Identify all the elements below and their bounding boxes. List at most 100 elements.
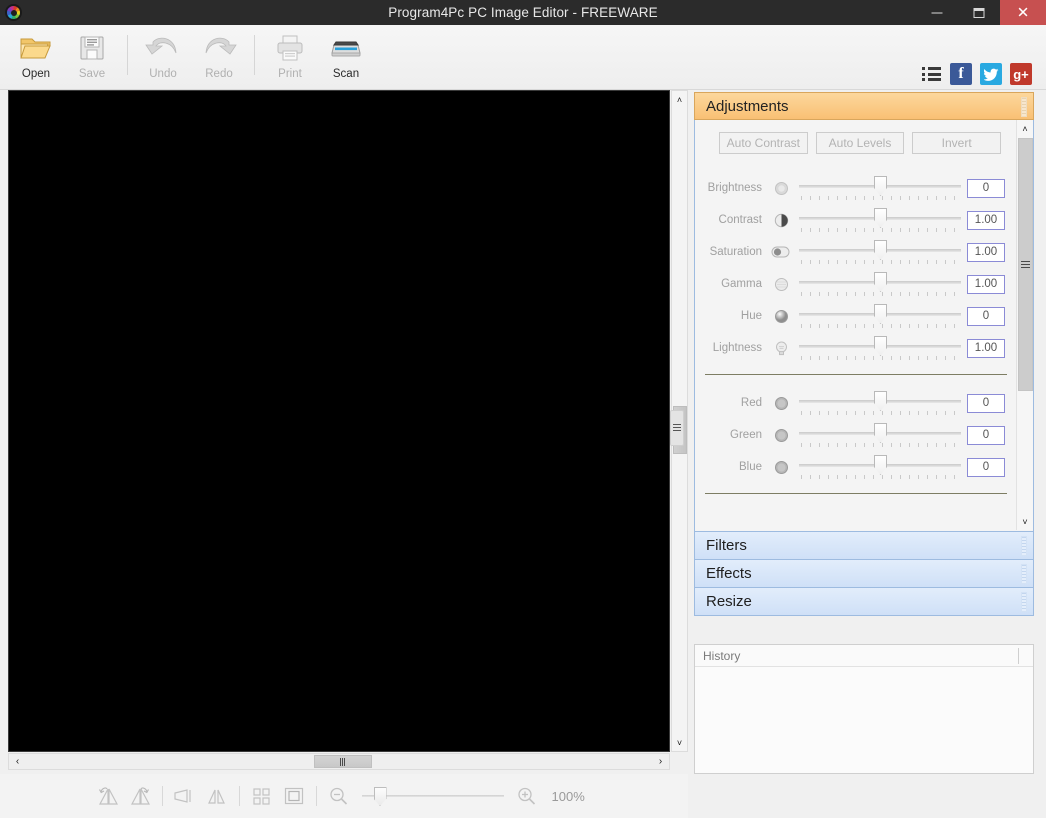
fit-to-screen-icon[interactable] <box>281 783 307 809</box>
flip-vertical-icon[interactable] <box>204 783 230 809</box>
red-channel-icon <box>771 393 791 413</box>
hue-sphere-icon <box>771 306 791 326</box>
rotate-right-icon[interactable] <box>127 783 153 809</box>
folder-open-icon <box>19 30 53 66</box>
minimize-icon <box>931 12 943 13</box>
menu-list-icon[interactable] <box>922 67 942 81</box>
tile-grid-icon[interactable] <box>249 783 275 809</box>
effects-panel-title: Effects <box>706 565 752 582</box>
adjustments-panel-header[interactable]: Adjustments <box>694 92 1034 120</box>
twitter-icon[interactable] <box>980 63 1002 85</box>
panel-grip-icon <box>1021 97 1027 117</box>
adjustments-content: Auto Contrast Auto Levels Invert Brightn… <box>695 120 1017 531</box>
bottom-separator <box>161 786 163 806</box>
filters-panel-title: Filters <box>706 537 747 554</box>
lightbulb-icon <box>771 338 791 358</box>
history-list[interactable] <box>695 667 1033 773</box>
red-slider-thumb[interactable] <box>874 391 887 411</box>
lightness-slider-track[interactable] <box>799 334 961 362</box>
blue-slider-track[interactable] <box>799 453 961 481</box>
hue-slider-thumb[interactable] <box>874 304 887 324</box>
canvas-horizontal-scrollbar[interactable]: ‹ › <box>8 753 670 770</box>
scroll-left-icon[interactable]: ‹ <box>9 754 26 769</box>
save-button[interactable]: Save <box>64 25 120 87</box>
invert-button[interactable]: Invert <box>912 132 1002 154</box>
resize-panel-header[interactable]: Resize <box>694 587 1034 616</box>
close-icon: ✕ <box>1016 4 1030 21</box>
facebook-icon[interactable]: f <box>950 63 972 85</box>
brightness-value[interactable]: 0 <box>967 178 1005 198</box>
brightness-slider-track[interactable] <box>799 174 961 202</box>
undo-button[interactable]: Undo <box>135 25 191 87</box>
scroll-up-icon[interactable]: ˄ <box>672 91 687 108</box>
panel-grip-icon <box>1021 592 1027 612</box>
history-panel-header: History <box>695 645 1033 667</box>
adjustments-divider <box>705 374 1007 375</box>
lightness-slider-row: Lightness 1.00 <box>695 332 1017 364</box>
toolbar-right-icons: f g+ <box>922 63 1032 85</box>
zoom-in-icon[interactable] <box>514 783 540 809</box>
effects-panel-header[interactable]: Effects <box>694 559 1034 588</box>
adjustments-scroll-up-icon[interactable]: ˄ <box>1017 120 1033 137</box>
scroll-grip-icon <box>340 757 346 766</box>
blue-value[interactable]: 0 <box>967 457 1005 477</box>
scroll-right-icon[interactable]: › <box>652 754 669 769</box>
auto-levels-button[interactable]: Auto Levels <box>815 132 905 154</box>
red-value[interactable]: 0 <box>967 393 1005 413</box>
image-canvas[interactable] <box>8 90 670 752</box>
maximize-button[interactable] <box>958 0 1000 25</box>
scan-label: Scan <box>332 68 360 80</box>
brightness-slider-row: Brightness 0 <box>695 172 1017 204</box>
google-plus-icon[interactable]: g+ <box>1010 63 1032 85</box>
gamma-slider-track[interactable] <box>799 270 961 298</box>
open-label: Open <box>21 68 51 80</box>
print-button[interactable]: Print <box>262 25 318 87</box>
green-value[interactable]: 0 <box>967 425 1005 445</box>
open-button[interactable]: Open <box>8 25 64 87</box>
filters-panel-header[interactable]: Filters <box>694 531 1034 560</box>
brightness-label: Brightness <box>707 182 762 194</box>
contrast-slider-thumb[interactable] <box>874 208 887 228</box>
gamma-value[interactable]: 1.00 <box>967 274 1005 294</box>
green-channel-icon <box>771 425 791 445</box>
flip-horizontal-icon[interactable] <box>172 783 198 809</box>
gamma-slider-thumb[interactable] <box>874 272 887 292</box>
zoom-out-icon[interactable] <box>326 783 352 809</box>
hue-slider-track[interactable] <box>799 302 961 330</box>
rotate-left-icon[interactable] <box>95 783 121 809</box>
redo-button[interactable]: Redo <box>191 25 247 87</box>
lightness-value[interactable]: 1.00 <box>967 338 1005 358</box>
redo-label: Redo <box>205 68 233 80</box>
contrast-value[interactable]: 1.00 <box>967 210 1005 230</box>
window-title: Program4Pc PC Image Editor - FREEWARE <box>388 5 658 20</box>
lightness-slider-thumb[interactable] <box>874 336 887 356</box>
horizontal-scroll-thumb[interactable] <box>314 755 372 768</box>
adjustments-scroll-thumb[interactable] <box>1018 138 1033 391</box>
brightness-slider-thumb[interactable] <box>874 176 887 196</box>
bottom-separator <box>238 786 240 806</box>
blue-slider-thumb[interactable] <box>874 455 887 475</box>
close-button[interactable]: ✕ <box>1000 0 1046 25</box>
saturation-slider-track[interactable] <box>799 238 961 266</box>
zoom-slider-thumb[interactable] <box>373 787 387 806</box>
scan-button[interactable]: Scan <box>318 25 374 87</box>
green-slider-thumb[interactable] <box>874 423 887 443</box>
green-slider-track[interactable] <box>799 421 961 449</box>
hue-value[interactable]: 0 <box>967 306 1005 326</box>
panel-splitter-handle[interactable] <box>670 410 684 446</box>
contrast-slider-track[interactable] <box>799 206 961 234</box>
adjustments-scrollbar[interactable]: ˄ ˅ <box>1016 120 1033 530</box>
saturation-slider-thumb[interactable] <box>874 240 887 260</box>
auto-contrast-button[interactable]: Auto Contrast <box>719 132 808 154</box>
saturation-slider-row: Saturation 1.00 <box>695 236 1017 268</box>
scroll-down-icon[interactable]: ˅ <box>672 734 687 751</box>
undo-label: Undo <box>149 68 177 80</box>
adjustments-scroll-down-icon[interactable]: ˅ <box>1017 513 1033 530</box>
blue-label: Blue <box>738 461 762 473</box>
minimize-button[interactable] <box>916 0 958 25</box>
history-column-separator[interactable] <box>1018 648 1019 664</box>
red-slider-track[interactable] <box>799 389 961 417</box>
saturation-value[interactable]: 1.00 <box>967 242 1005 262</box>
application-window: Program4Pc PC Image Editor - FREEWARE ✕ … <box>0 0 1046 818</box>
zoom-slider[interactable] <box>361 785 504 807</box>
